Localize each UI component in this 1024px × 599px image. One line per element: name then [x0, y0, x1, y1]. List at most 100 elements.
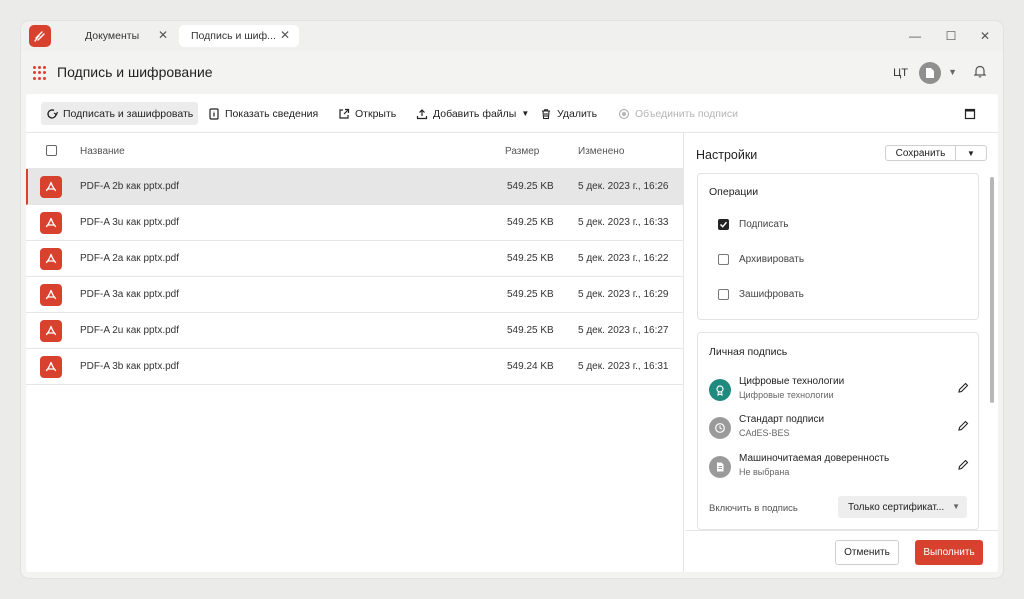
select-all-checkbox[interactable]	[46, 145, 57, 156]
toolbar: Подписать и зашифровать Показать сведени…	[26, 94, 998, 133]
show-info-label: Показать сведения	[225, 107, 319, 120]
file-name: PDF-A 3a как pptx.pdf	[80, 289, 180, 300]
tab-documents-label: Документы	[85, 30, 140, 42]
signature-certificate[interactable]: Цифровые технологии Цифровые технологии	[709, 376, 969, 406]
file-modified: 5 дек. 2023 г., 16:22	[578, 253, 669, 264]
settings-scrollbar[interactable]	[990, 177, 994, 403]
document-icon	[709, 456, 731, 478]
tab-documents[interactable]: Документы ✕	[73, 25, 177, 47]
edit-power-of-attorney-icon[interactable]	[957, 459, 969, 474]
save-split-button: Сохранить ▼	[885, 145, 987, 161]
file-size: 549.25 KB	[507, 289, 554, 300]
operation-archive[interactable]: Архивировать	[718, 254, 804, 265]
file-modified: 5 дек. 2023 г., 16:31	[578, 361, 669, 372]
standard-subtitle: CAdES-BES	[739, 428, 790, 438]
pdf-file-icon	[40, 248, 62, 270]
archive-checkbox[interactable]	[718, 254, 729, 265]
settings-panel: Настройки Сохранить ▼ Операции Подписать…	[685, 133, 998, 572]
settings-title: Настройки	[696, 148, 758, 162]
merge-signatures-label: Объединить подписи	[635, 107, 738, 120]
file-modified: 5 дек. 2023 г., 16:29	[578, 289, 669, 300]
settings-footer: Отменить Выполнить	[685, 530, 998, 572]
power-of-attorney-title: Машиночитаемая доверенность	[739, 453, 890, 464]
file-modified: 5 дек. 2023 г., 16:33	[578, 217, 669, 228]
certificate-title: Цифровые технологии	[739, 376, 845, 387]
column-size[interactable]: Размер	[505, 146, 539, 157]
close-window-button[interactable]: ✕	[976, 27, 994, 45]
tab-close-icon[interactable]: ✕	[158, 28, 168, 42]
merge-signatures-button[interactable]: Объединить подписи	[613, 102, 743, 125]
add-files-label: Добавить файлы	[433, 107, 517, 120]
chevron-down-icon[interactable]: ▼	[948, 67, 957, 77]
column-name[interactable]: Название	[80, 146, 125, 157]
window-expand-icon	[964, 108, 976, 119]
sign-encrypt-icon	[47, 108, 58, 119]
table-row[interactable]: PDF-A 2a как pptx.pdf 549.25 KB 5 дек. 2…	[26, 241, 684, 277]
run-button[interactable]: Выполнить	[915, 540, 983, 565]
bell-icon[interactable]	[973, 64, 987, 82]
pdf-file-icon	[40, 356, 62, 378]
expand-panel-button[interactable]	[959, 102, 981, 125]
app-logo-icon	[29, 25, 51, 47]
table-row[interactable]: PDF-A 2u как pptx.pdf 549.25 KB 5 дек. 2…	[26, 313, 684, 349]
tab-sign-encrypt[interactable]: Подпись и шиф... ✕	[179, 25, 299, 47]
sign-encrypt-button[interactable]: Подписать и зашифровать	[41, 102, 199, 125]
operations-card: Операции Подписать Архивировать Зашифров…	[697, 173, 979, 320]
operation-archive-label: Архивировать	[739, 254, 805, 265]
power-of-attorney-subtitle: Не выбрана	[739, 467, 790, 477]
table-row[interactable]: PDF-A 2b как pptx.pdf 549.25 KB 5 дек. 2…	[26, 169, 684, 205]
app-window: Документы ✕ Подпись и шиф... ✕ — ☐ ✕ Под…	[21, 21, 1003, 578]
include-in-signature-select[interactable]: Только сертификат... ▼	[838, 496, 967, 518]
file-size: 549.25 KB	[507, 325, 554, 336]
operation-encrypt-label: Зашифровать	[739, 289, 804, 300]
certificate-icon	[709, 379, 731, 401]
upload-icon	[416, 108, 428, 119]
operation-sign[interactable]: Подписать	[718, 219, 789, 230]
caret-down-icon: ▼	[521, 109, 530, 118]
page-header: Подпись и шифрование ЦТ ▼	[21, 51, 1003, 93]
standard-title: Стандарт подписи	[739, 414, 825, 425]
operation-sign-label: Подписать	[739, 219, 789, 230]
table-row[interactable]: PDF-A 3u как pptx.pdf 549.25 KB 5 дек. 2…	[26, 205, 684, 241]
file-name: PDF-A 3u как pptx.pdf	[80, 217, 180, 228]
tab-close-icon[interactable]: ✕	[280, 28, 290, 42]
file-size: 549.24 KB	[507, 361, 554, 372]
open-button[interactable]: Открыть	[333, 102, 401, 125]
table-row[interactable]: PDF-A 3a как pptx.pdf 549.25 KB 5 дек. 2…	[26, 277, 684, 313]
file-name: PDF-A 2u как pptx.pdf	[80, 325, 180, 336]
file-size: 549.25 KB	[507, 253, 554, 264]
document-info-icon	[209, 107, 219, 120]
minimize-button[interactable]: —	[906, 27, 924, 45]
open-label: Открыть	[355, 107, 397, 120]
signature-power-of-attorney[interactable]: Машиночитаемая доверенность Не выбрана	[709, 453, 969, 483]
sign-checkbox[interactable]	[718, 219, 729, 230]
include-in-signature-value: Только сертификат...	[848, 501, 945, 513]
sign-encrypt-label: Подписать и зашифровать	[63, 107, 194, 120]
maximize-button[interactable]: ☐	[942, 27, 960, 45]
file-modified: 5 дек. 2023 г., 16:26	[578, 181, 669, 192]
column-modified[interactable]: Изменено	[578, 146, 624, 157]
add-files-button[interactable]: Добавить файлы ▼	[411, 102, 534, 125]
apps-grid-icon[interactable]	[33, 66, 47, 80]
operation-encrypt[interactable]: Зашифровать	[718, 289, 804, 300]
file-table: Название Размер Изменено PDF-A 2b как pp…	[26, 133, 684, 572]
save-button[interactable]: Сохранить	[886, 146, 956, 160]
title-bar: Документы ✕ Подпись и шиф... ✕ — ☐ ✕	[21, 21, 1003, 51]
table-row[interactable]: PDF-A 3b как pptx.pdf 549.24 KB 5 дек. 2…	[26, 349, 684, 385]
cancel-button[interactable]: Отменить	[835, 540, 899, 565]
delete-label: Удалить	[557, 107, 598, 120]
tab-sign-encrypt-label: Подпись и шиф...	[191, 30, 276, 42]
show-info-button[interactable]: Показать сведения	[203, 102, 323, 125]
select-caret-icon: ▼	[952, 502, 960, 511]
pdf-file-icon	[40, 212, 62, 234]
certificate-subtitle: Цифровые технологии	[739, 390, 834, 400]
avatar[interactable]	[919, 62, 941, 84]
delete-button[interactable]: Удалить	[535, 102, 602, 125]
signature-standard[interactable]: Стандарт подписи CAdES-BES	[709, 414, 969, 444]
encrypt-checkbox[interactable]	[718, 289, 729, 300]
edit-standard-icon[interactable]	[957, 420, 969, 435]
edit-certificate-icon[interactable]	[957, 382, 969, 397]
file-name: PDF-A 2b как pptx.pdf	[80, 181, 180, 192]
trash-icon	[542, 108, 550, 119]
save-dropdown-icon[interactable]: ▼	[956, 146, 986, 160]
